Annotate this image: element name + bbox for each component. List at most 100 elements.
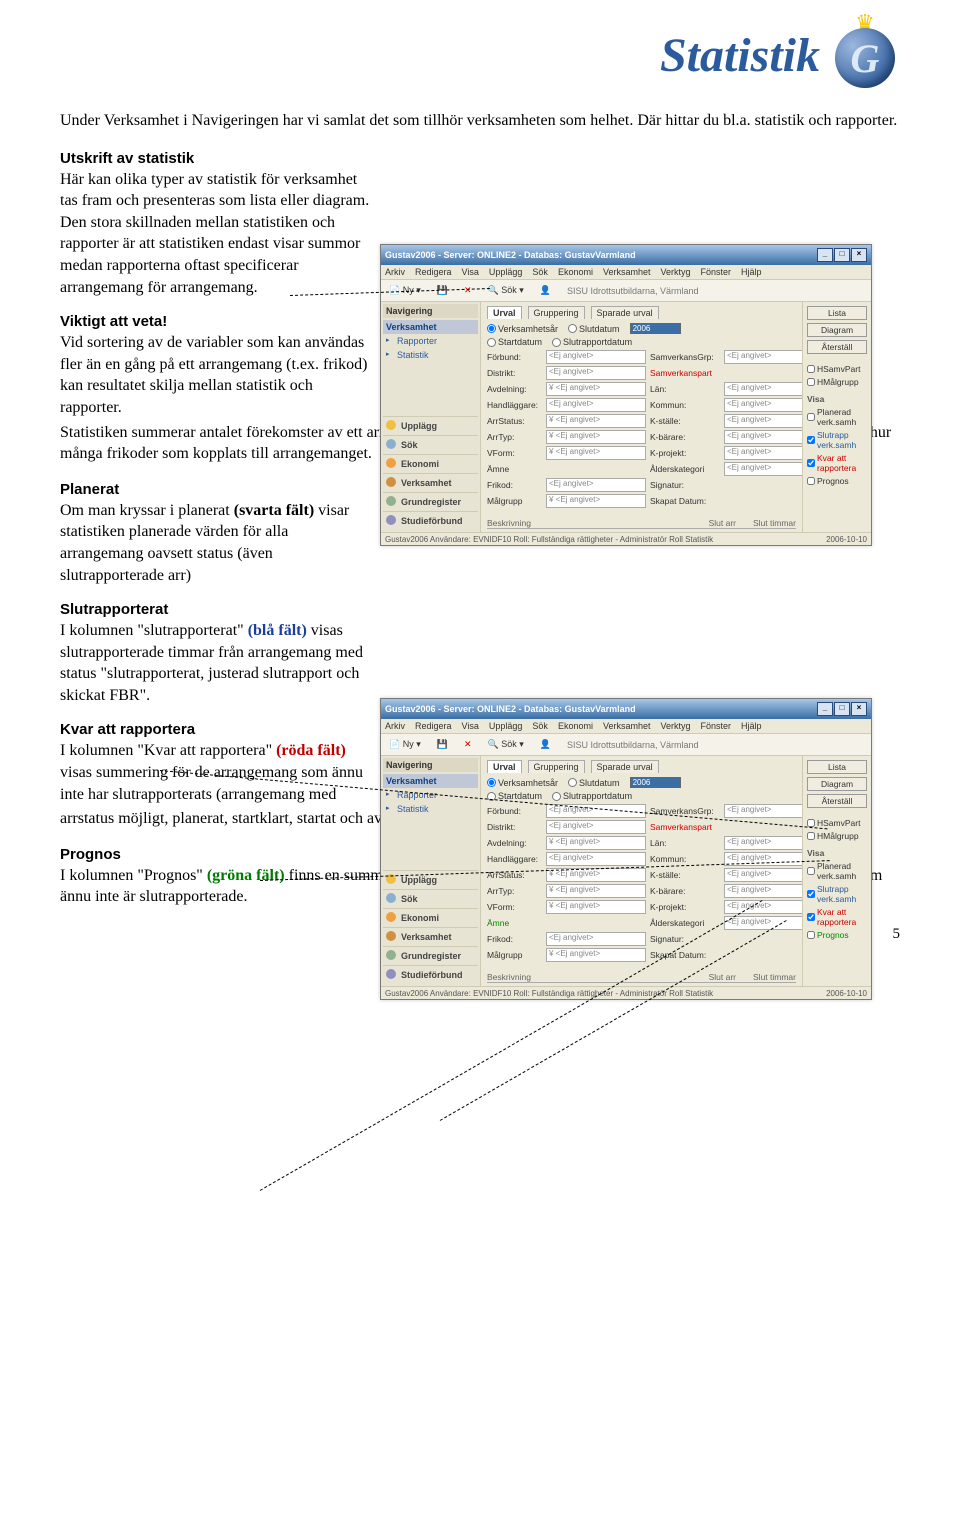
- nav-grundregister[interactable]: Grundregister: [383, 492, 478, 511]
- diagram-button[interactable]: Diagram: [807, 323, 867, 337]
- chk-planerad[interactable]: Planerad verk.samh: [807, 407, 867, 427]
- fld-lan[interactable]: <Ej angivet>: [724, 382, 802, 396]
- close-button[interactable]: ×: [851, 702, 867, 716]
- fld-alderskategori[interactable]: <Ej angivet>: [724, 462, 802, 476]
- section-body-kvar-a: I kolumnen "Kvar att rapportera" (röda f…: [60, 740, 370, 805]
- study-icon: [386, 515, 396, 525]
- filter-row-2: Startdatum Slutrapportdatum: [487, 337, 796, 347]
- page-header: Statistik ♛ G: [60, 20, 900, 90]
- minimize-button[interactable]: _: [817, 702, 833, 716]
- section-body-utskrift: Här kan olika typer av statistik för ver…: [60, 169, 370, 299]
- fld-frikod[interactable]: <Ej angivet>: [546, 478, 646, 492]
- fld-avdelning[interactable]: ¥ <Ej angivet>: [546, 382, 646, 396]
- fld-signatur[interactable]: [724, 479, 802, 491]
- section-body-slutrapporterat: I kolumnen "slutrapporterat" (blå fält) …: [60, 620, 370, 706]
- fld-kbarare[interactable]: <Ej angivet>: [724, 430, 802, 444]
- chk-slutrapp[interactable]: Slutrapp verk.samh: [807, 430, 867, 450]
- menu-redigera[interactable]: Redigera: [415, 267, 452, 277]
- aterstall-button[interactable]: Återställ: [807, 340, 867, 354]
- page-title: Statistik: [660, 28, 820, 83]
- nav-rapporter[interactable]: Rapporter: [383, 334, 478, 348]
- maximize-button[interactable]: □: [834, 248, 850, 262]
- toolbar-sok[interactable]: 🔍 Sök ▾: [484, 283, 528, 298]
- fld-amne[interactable]: [546, 463, 646, 475]
- filter-grid: Förbund:<Ej angivet>SamverkansGrp:<Ej an…: [487, 350, 796, 508]
- menu-verktyg[interactable]: Verktyg: [660, 267, 690, 277]
- chk-kvar[interactable]: Kvar att rapportera: [807, 453, 867, 473]
- window-titlebar: Gustav2006 - Server: ONLINE2 - Databas: …: [381, 245, 871, 265]
- toolbar-delete-icon[interactable]: ✕: [460, 283, 476, 298]
- register-icon: [386, 496, 396, 506]
- radio-slutrapportdatum[interactable]: Slutrapportdatum: [552, 337, 632, 347]
- nav-verksamhet[interactable]: Verksamhet: [383, 473, 478, 492]
- radio-slutdatum[interactable]: Slutdatum: [568, 324, 620, 334]
- screenshot-statistik-2: Gustav2006 - Server: ONLINE2 - Databas: …: [380, 698, 872, 1000]
- nav-studieforbund[interactable]: Studieförbund: [383, 511, 478, 530]
- menu-arkiv[interactable]: Arkiv: [385, 267, 405, 277]
- menu-sok[interactable]: Sök: [532, 267, 548, 277]
- filter-row: Verksamhetsår Slutdatum 2006: [487, 323, 796, 334]
- tab-gruppering[interactable]: Gruppering: [528, 306, 585, 319]
- fld-samverkanspart[interactable]: [724, 367, 802, 379]
- chk-hsamvpart[interactable]: HSamvPart: [807, 364, 867, 374]
- nav-sok[interactable]: Sök: [383, 435, 478, 454]
- fld-samverkansgrp[interactable]: <Ej angivet>: [724, 350, 802, 364]
- page-number: 5: [893, 926, 901, 943]
- radio-verksamhetsar[interactable]: Verksamhetsår: [487, 324, 558, 334]
- menu-ekonomi[interactable]: Ekonomi: [558, 267, 593, 277]
- nav-ekonomi[interactable]: Ekonomi: [383, 454, 478, 473]
- section-title-slutrapporterat: Slutrapporterat: [60, 601, 900, 618]
- section-body-planerat: Om man kryssar i planerat (svarta fält) …: [60, 500, 370, 586]
- nav-panel: Navigering Verksamhet Rapporter Statisti…: [381, 302, 481, 532]
- toolbar-huvudman: SISU Idrottsutbildarna, Värmland: [563, 284, 703, 298]
- toolbar: 📄 Ny ▾ 💾 ✕ 🔍 Sök ▾ 👤 SISU Idrottsutbilda…: [381, 280, 871, 302]
- fld-malgrupp[interactable]: ¥ <Ej angivet>: [546, 494, 646, 508]
- nav-title: Navigering: [383, 304, 478, 318]
- result-header: Beskrivning Slut arr Slut timmar: [487, 518, 796, 529]
- nav-verksamhet[interactable]: Verksamhet: [383, 320, 478, 334]
- section-title-utskrift: Utskrift av statistik: [60, 150, 900, 167]
- section-body-viktigt-a: Vid sortering av de variabler som kan an…: [60, 332, 370, 418]
- toolbar-person-icon[interactable]: 👤: [536, 283, 555, 298]
- tab-urval[interactable]: Urval: [487, 306, 522, 319]
- logo: ♛ G: [830, 20, 900, 90]
- right-panel: Lista Diagram Återställ HSamvPart HMålgr…: [802, 302, 871, 532]
- menu-verksamhet[interactable]: Verksamhet: [603, 267, 651, 277]
- menu-upplagg[interactable]: Upplägg: [489, 267, 523, 277]
- nav-upplagg[interactable]: Upplägg: [383, 416, 478, 435]
- menu-visa[interactable]: Visa: [462, 267, 479, 277]
- tabs: Urval Gruppering Sparade urval: [487, 306, 796, 319]
- menubar: Arkiv Redigera Visa Upplägg Sök Ekonomi …: [381, 265, 871, 280]
- center-panel: Urval Gruppering Sparade urval Verksamhe…: [481, 302, 802, 532]
- activity-icon: [386, 477, 396, 487]
- fld-kstalle[interactable]: <Ej angivet>: [724, 414, 802, 428]
- close-button[interactable]: ×: [851, 248, 867, 262]
- chk-hmalgrupp[interactable]: HMålgrupp: [807, 377, 867, 387]
- folder-icon: [386, 420, 396, 430]
- fld-kommun[interactable]: <Ej angivet>: [724, 398, 802, 412]
- fld-kprojekt[interactable]: <Ej angivet>: [724, 446, 802, 460]
- tab-sparade[interactable]: Sparade urval: [591, 306, 659, 319]
- fld-distrikt[interactable]: <Ej angivet>: [546, 366, 646, 380]
- statusbar: Gustav2006 Användare: EVNIDF10 Roll: Ful…: [381, 532, 871, 546]
- menu-hjalp[interactable]: Hjälp: [741, 267, 762, 277]
- section-slutrapporterat: Slutrapporterat I kolumnen "slutrapporte…: [60, 601, 900, 706]
- lista-button[interactable]: Lista: [807, 306, 867, 320]
- fld-arrtyp[interactable]: ¥ <Ej angivet>: [546, 430, 646, 444]
- intro-text: Under Verksamhet i Navigeringen har vi s…: [60, 110, 900, 132]
- fld-arrstatus[interactable]: ¥ <Ej angivet>: [546, 414, 646, 428]
- window-title: Gustav2006 - Server: ONLINE2 - Databas: …: [385, 250, 636, 260]
- fld-vform[interactable]: ¥ <Ej angivet>: [546, 446, 646, 460]
- chk-prognos[interactable]: Prognos: [807, 476, 867, 486]
- radio-startdatum[interactable]: Startdatum: [487, 337, 542, 347]
- search-icon: [386, 439, 396, 449]
- fld-skapatdatum[interactable]: [724, 495, 802, 507]
- money-icon: [386, 458, 396, 468]
- nav-statistik[interactable]: Statistik: [383, 348, 478, 362]
- menu-fonster[interactable]: Fönster: [701, 267, 732, 277]
- fld-forbund[interactable]: <Ej angivet>: [546, 350, 646, 364]
- minimize-button[interactable]: _: [817, 248, 833, 262]
- maximize-button[interactable]: □: [834, 702, 850, 716]
- fld-handlaggare[interactable]: <Ej angivet>: [546, 398, 646, 412]
- year-dropdown[interactable]: 2006: [630, 323, 681, 334]
